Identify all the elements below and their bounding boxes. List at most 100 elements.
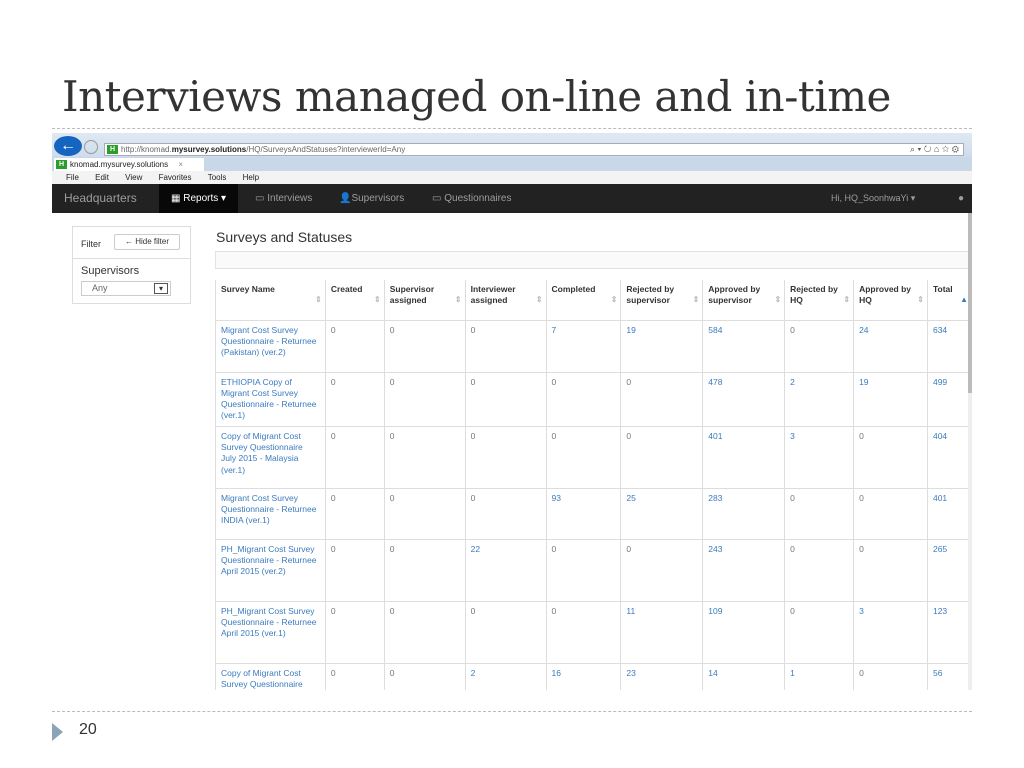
column-header[interactable]: Approved by HQ ⇕ — [853, 280, 928, 321]
count-cell[interactable]: 16 — [545, 662, 622, 690]
count-cell[interactable]: 109 — [702, 600, 786, 664]
survey-name-link[interactable]: Migrant Cost Survey Questionnaire - Retu… — [215, 487, 326, 540]
count-cell[interactable]: 2 — [464, 662, 547, 690]
scrollbar[interactable] — [968, 213, 972, 690]
column-header-label: Approved by supervisor — [708, 284, 761, 305]
nav-interviews[interactable]: ▭ Interviews — [255, 184, 312, 213]
count-cell[interactable]: 11 — [620, 600, 704, 664]
count-cell[interactable]: 123 — [926, 600, 972, 664]
count-cell: 0 — [383, 600, 466, 664]
browser-tab[interactable]: Hknomad.mysurvey.solutions × — [54, 158, 204, 171]
sort-icon[interactable]: ⇕ — [774, 294, 781, 305]
sort-icon[interactable]: ⇕ — [693, 294, 700, 305]
menu-file[interactable]: File — [66, 173, 79, 182]
count-cell[interactable]: 93 — [545, 487, 622, 540]
menu-edit[interactable]: Edit — [95, 173, 109, 182]
scrollbar-thumb[interactable] — [968, 213, 972, 393]
tab-close-icon[interactable]: × — [178, 160, 183, 169]
count-cell: 0 — [464, 425, 547, 489]
user-menu[interactable]: Hi, HQ_SoonhwaYi ▾ — [831, 184, 915, 213]
count-cell[interactable]: 1 — [784, 662, 855, 690]
count-cell[interactable]: 19 — [620, 319, 704, 373]
count-cell: 0 — [545, 538, 622, 602]
count-cell[interactable]: 3 — [853, 600, 928, 664]
triangle-bullet-icon — [52, 723, 63, 741]
url-host: http://knomad. — [121, 145, 172, 154]
supervisor-select[interactable]: Any ▾ — [81, 281, 171, 296]
nav-supervisors[interactable]: 👤Supervisors — [339, 184, 404, 213]
column-header[interactable]: Rejected by supervisor ⇕ — [620, 280, 704, 321]
nav-questionnaires[interactable]: ▭ Questionnaires — [432, 184, 512, 213]
sort-icon[interactable]: ⇕ — [374, 294, 381, 305]
browser-screenshot: ← H http://knomad.mysurvey.solutions/HQ/… — [52, 133, 972, 690]
count-cell[interactable]: 23 — [620, 662, 704, 690]
count-cell[interactable]: 283 — [702, 487, 786, 540]
filter-panel: Filter ← Hide filter Supervisors Any ▾ — [72, 226, 191, 304]
sort-icon[interactable]: ⇕ — [611, 294, 618, 305]
menu-favorites[interactable]: Favorites — [159, 173, 192, 182]
count-cell[interactable]: 2 — [784, 371, 855, 427]
column-header[interactable]: Rejected by HQ ⇕ — [784, 280, 855, 321]
sort-icon[interactable]: ⇕ — [455, 294, 462, 305]
sort-icon[interactable]: ⇕ — [315, 294, 322, 305]
sort-icon[interactable]: ⇕ — [843, 294, 850, 305]
survey-name-link[interactable]: Copy of Migrant Cost Survey Questionnair… — [215, 425, 326, 489]
count-cell: 0 — [383, 319, 466, 373]
count-cell[interactable]: 3 — [784, 425, 855, 489]
survey-name-link[interactable]: Copy of Migrant Cost Survey Questionnair… — [215, 662, 326, 690]
count-cell[interactable]: 401 — [926, 487, 972, 540]
count-cell: 0 — [324, 538, 385, 602]
count-cell[interactable]: 22 — [464, 538, 547, 602]
survey-name-link[interactable]: PH_Migrant Cost Survey Questionnaire - R… — [215, 600, 326, 664]
column-header[interactable]: Interviewer assigned ⇕ — [464, 280, 547, 321]
column-header-label: Total — [932, 284, 953, 294]
divider — [73, 258, 190, 259]
count-cell[interactable]: 401 — [702, 425, 786, 489]
count-cell: 0 — [853, 425, 928, 489]
count-cell[interactable]: 584 — [702, 319, 786, 373]
count-cell[interactable]: 478 — [702, 371, 786, 427]
count-cell[interactable]: 243 — [702, 538, 786, 602]
count-cell[interactable]: 19 — [853, 371, 928, 427]
menu-tools[interactable]: Tools — [208, 173, 227, 182]
count-cell: 0 — [784, 319, 855, 373]
count-cell: 0 — [324, 425, 385, 489]
menu-help[interactable]: Help — [243, 173, 259, 182]
survey-name-link[interactable]: ETHIOPIA Copy of Migrant Cost Survey Que… — [215, 371, 326, 427]
table-row: Copy of Migrant Cost Survey Questionnair… — [215, 425, 972, 489]
count-cell[interactable]: 265 — [926, 538, 972, 602]
menu-view[interactable]: View — [125, 173, 142, 182]
back-button[interactable]: ← — [54, 136, 82, 156]
table-row: Migrant Cost Survey Questionnaire - Retu… — [215, 319, 972, 373]
count-cell[interactable]: 25 — [620, 487, 704, 540]
nav-interviews-label: Interviews — [267, 193, 313, 204]
sort-icon[interactable]: ▲ — [960, 294, 968, 305]
site-icon: H — [56, 160, 67, 169]
sort-icon[interactable]: ⇕ — [536, 294, 543, 305]
count-cell[interactable]: 14 — [702, 662, 786, 690]
column-header[interactable]: Completed ⇕ — [545, 280, 622, 321]
url-controls[interactable]: ⌕ ▾ ↻ ⌂ ☆ ⚙ — [910, 144, 959, 155]
count-cell[interactable]: 634 — [926, 319, 972, 373]
count-cell[interactable]: 24 — [853, 319, 928, 373]
column-header[interactable]: Survey Name ⇕ — [215, 280, 326, 321]
count-cell[interactable]: 404 — [926, 425, 972, 489]
column-header[interactable]: Created ⇕ — [324, 280, 385, 321]
column-header-label: Approved by HQ — [859, 284, 912, 305]
column-header[interactable]: Approved by supervisor ⇕ — [702, 280, 786, 321]
survey-name-link[interactable]: PH_Migrant Cost Survey Questionnaire - R… — [215, 538, 326, 602]
help-icon[interactable]: ● — [958, 184, 964, 213]
brand[interactable]: Headquarters — [64, 184, 137, 213]
url-input[interactable]: H http://knomad.mysurvey.solutions/HQ/Su… — [104, 143, 964, 156]
forward-button[interactable] — [84, 140, 98, 154]
count-cell[interactable]: 56 — [926, 662, 972, 690]
sort-icon[interactable]: ⇕ — [917, 294, 924, 305]
column-header[interactable]: Supervisor assigned ⇕ — [383, 280, 466, 321]
hide-filter-button[interactable]: ← Hide filter — [114, 234, 180, 250]
nav-reports[interactable]: ▦ Reports ▾ — [159, 184, 239, 213]
count-cell[interactable]: 499 — [926, 371, 972, 427]
column-header-label: Created — [330, 284, 363, 294]
survey-name-link[interactable]: Migrant Cost Survey Questionnaire - Retu… — [215, 319, 326, 373]
column-header[interactable]: Total ▲ — [926, 280, 972, 321]
count-cell[interactable]: 7 — [545, 319, 622, 373]
